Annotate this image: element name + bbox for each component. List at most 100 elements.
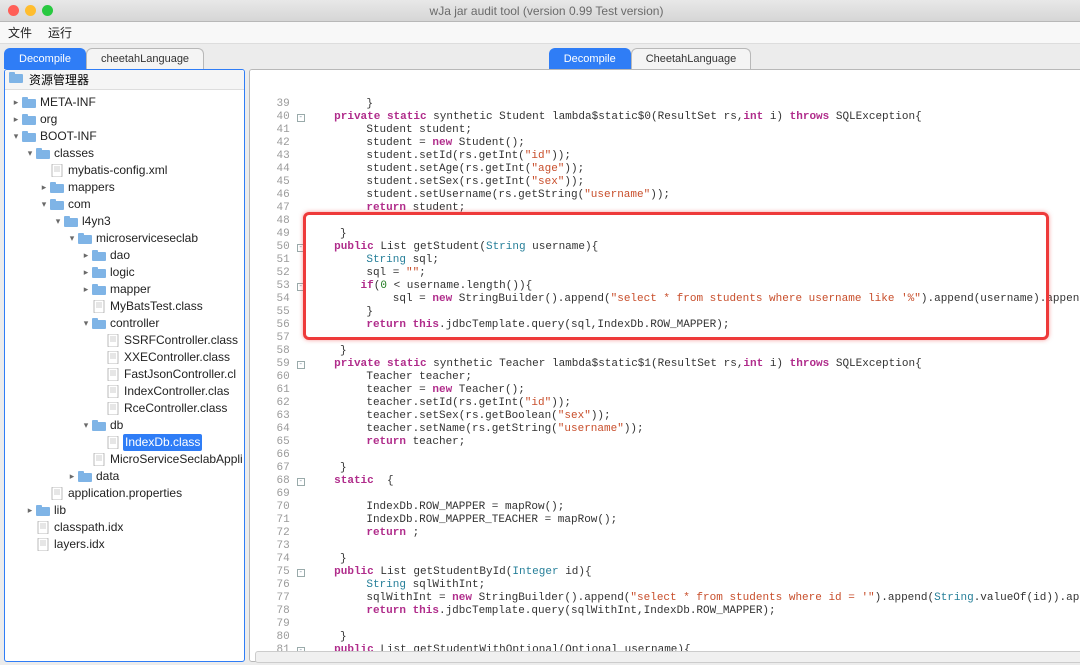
code-line[interactable]: 42 student = new Student();: [250, 137, 1080, 150]
code-line[interactable]: 52 sql = "";: [250, 267, 1080, 280]
tree-folder[interactable]: ▾microserviceseclab: [5, 230, 244, 247]
code-panel[interactable]: 39 }40- private static synthetic Student…: [249, 69, 1080, 662]
tab-decompile-right[interactable]: Decompile: [549, 48, 631, 69]
fold-icon[interactable]: -: [297, 114, 305, 122]
disclosure-arrow-icon[interactable]: ▾: [81, 315, 91, 332]
code-line[interactable]: 51 String sql;: [250, 254, 1080, 267]
disclosure-arrow-icon[interactable]: ▸: [81, 281, 91, 298]
tree-file[interactable]: application.properties: [5, 485, 244, 502]
tree-folder[interactable]: ▾BOOT-INF: [5, 128, 244, 145]
tree-file[interactable]: FastJsonController.cl: [5, 366, 244, 383]
code-line[interactable]: 59- private static synthetic Teacher lam…: [250, 358, 1080, 371]
code-line[interactable]: 71 IndexDb.ROW_MAPPER_TEACHER = mapRow()…: [250, 514, 1080, 527]
menu-run[interactable]: 运行: [48, 24, 72, 41]
fold-icon[interactable]: -: [297, 569, 305, 577]
code-line[interactable]: 47 return student;: [250, 202, 1080, 215]
code-line[interactable]: 72 return ;: [250, 527, 1080, 540]
code-line[interactable]: 55 }: [250, 306, 1080, 319]
tree-folder[interactable]: ▾db: [5, 417, 244, 434]
scrollbar-horizontal[interactable]: [255, 651, 1080, 663]
disclosure-arrow-icon[interactable]: ▾: [67, 230, 77, 247]
code-line[interactable]: 49 }: [250, 228, 1080, 241]
code-line[interactable]: 41 Student student;: [250, 124, 1080, 137]
code-line[interactable]: 39 }: [250, 98, 1080, 111]
tree-folder[interactable]: ▾com: [5, 196, 244, 213]
code-line[interactable]: 40- private static synthetic Student lam…: [250, 111, 1080, 124]
code-line[interactable]: 77 sqlWithInt = new StringBuilder().appe…: [250, 592, 1080, 605]
code-line[interactable]: 44 student.setAge(rs.getInt("age"));: [250, 163, 1080, 176]
code-line[interactable]: 50- public List getStudent(String userna…: [250, 241, 1080, 254]
disclosure-arrow-icon[interactable]: ▸: [81, 247, 91, 264]
tree-file[interactable]: IndexController.clas: [5, 383, 244, 400]
code-line[interactable]: 79: [250, 618, 1080, 631]
tree-file[interactable]: MyBatsTest.class: [5, 298, 244, 315]
tree-file[interactable]: mybatis-config.xml: [5, 162, 244, 179]
disclosure-arrow-icon[interactable]: ▸: [39, 179, 49, 196]
code-line[interactable]: 69: [250, 488, 1080, 501]
tree-folder[interactable]: ▾classes: [5, 145, 244, 162]
tree-file[interactable]: SSRFController.class: [5, 332, 244, 349]
code-line[interactable]: 74 }: [250, 553, 1080, 566]
code-line[interactable]: 75- public List getStudentById(Integer i…: [250, 566, 1080, 579]
code-line[interactable]: 53- if(0 < username.length()){: [250, 280, 1080, 293]
code-line[interactable]: 60 Teacher teacher;: [250, 371, 1080, 384]
tree-folder[interactable]: ▸org: [5, 111, 244, 128]
code-line[interactable]: 67 }: [250, 462, 1080, 475]
tab-cheetah-left[interactable]: cheetahLanguage: [86, 48, 204, 69]
tree-folder[interactable]: ▸dao: [5, 247, 244, 264]
code-line[interactable]: 43 student.setId(rs.getInt("id"));: [250, 150, 1080, 163]
code-line[interactable]: 48: [250, 215, 1080, 228]
tree-folder[interactable]: ▸META-INF: [5, 94, 244, 111]
menu-file[interactable]: 文件: [8, 24, 32, 41]
code-line[interactable]: 61 teacher = new Teacher();: [250, 384, 1080, 397]
disclosure-arrow-icon[interactable]: ▾: [39, 196, 49, 213]
code-line[interactable]: 70 IndexDb.ROW_MAPPER = mapRow();: [250, 501, 1080, 514]
code-line[interactable]: 54 sql = new StringBuilder().append("sel…: [250, 293, 1080, 306]
code-line[interactable]: 62 teacher.setId(rs.getInt("id"));: [250, 397, 1080, 410]
disclosure-arrow-icon[interactable]: ▾: [11, 128, 21, 145]
code-line[interactable]: 68- static {: [250, 475, 1080, 488]
tree-folder[interactable]: ▸lib: [5, 502, 244, 519]
file-tree[interactable]: ▸META-INF▸org▾BOOT-INF▾classesmybatis-co…: [5, 90, 244, 557]
fold-icon[interactable]: -: [297, 283, 305, 291]
code-line[interactable]: 58 }: [250, 345, 1080, 358]
tree-file[interactable]: IndexDb.class: [5, 434, 244, 451]
disclosure-arrow-icon[interactable]: ▸: [11, 94, 21, 111]
folder-icon: [35, 147, 51, 161]
code-line[interactable]: 45 student.setSex(rs.getInt("sex"));: [250, 176, 1080, 189]
disclosure-arrow-icon[interactable]: ▸: [67, 468, 77, 485]
fold-icon[interactable]: -: [297, 478, 305, 486]
code-line[interactable]: 64 teacher.setName(rs.getString("usernam…: [250, 423, 1080, 436]
fold-icon[interactable]: -: [297, 361, 305, 369]
tree-folder[interactable]: ▸mappers: [5, 179, 244, 196]
tree-folder[interactable]: ▸data: [5, 468, 244, 485]
tab-decompile-left[interactable]: Decompile: [4, 48, 86, 69]
tree-folder[interactable]: ▸logic: [5, 264, 244, 281]
code-line[interactable]: 57: [250, 332, 1080, 345]
disclosure-arrow-icon[interactable]: ▾: [53, 213, 63, 230]
code-line[interactable]: 63 teacher.setSex(rs.getBoolean("sex"));: [250, 410, 1080, 423]
code-line[interactable]: 56 return this.jdbcTemplate.query(sql,In…: [250, 319, 1080, 332]
disclosure-arrow-icon[interactable]: ▸: [81, 264, 91, 281]
tree-folder[interactable]: ▾controller: [5, 315, 244, 332]
fold-icon[interactable]: -: [297, 244, 305, 252]
disclosure-arrow-icon[interactable]: ▾: [25, 145, 35, 162]
code-line[interactable]: 73: [250, 540, 1080, 553]
code-line[interactable]: 65 return teacher;: [250, 436, 1080, 449]
code-line[interactable]: 78 return this.jdbcTemplate.query(sqlWit…: [250, 605, 1080, 618]
code-line[interactable]: 80 }: [250, 631, 1080, 644]
code-line[interactable]: 76 String sqlWithInt;: [250, 579, 1080, 592]
disclosure-arrow-icon[interactable]: ▾: [81, 417, 91, 434]
tab-cheetah-right[interactable]: CheetahLanguage: [631, 48, 752, 69]
code-line[interactable]: 46 student.setUsername(rs.getString("use…: [250, 189, 1080, 202]
tree-file[interactable]: classpath.idx: [5, 519, 244, 536]
disclosure-arrow-icon[interactable]: ▸: [11, 111, 21, 128]
tree-folder[interactable]: ▸mapper: [5, 281, 244, 298]
disclosure-arrow-icon[interactable]: ▸: [25, 502, 35, 519]
tree-folder[interactable]: ▾l4yn3: [5, 213, 244, 230]
tree-file[interactable]: RceController.class: [5, 400, 244, 417]
tree-file[interactable]: MicroServiceSeclabAppli: [5, 451, 244, 468]
code-line[interactable]: 66: [250, 449, 1080, 462]
tree-file[interactable]: XXEController.class: [5, 349, 244, 366]
tree-file[interactable]: layers.idx: [5, 536, 244, 553]
